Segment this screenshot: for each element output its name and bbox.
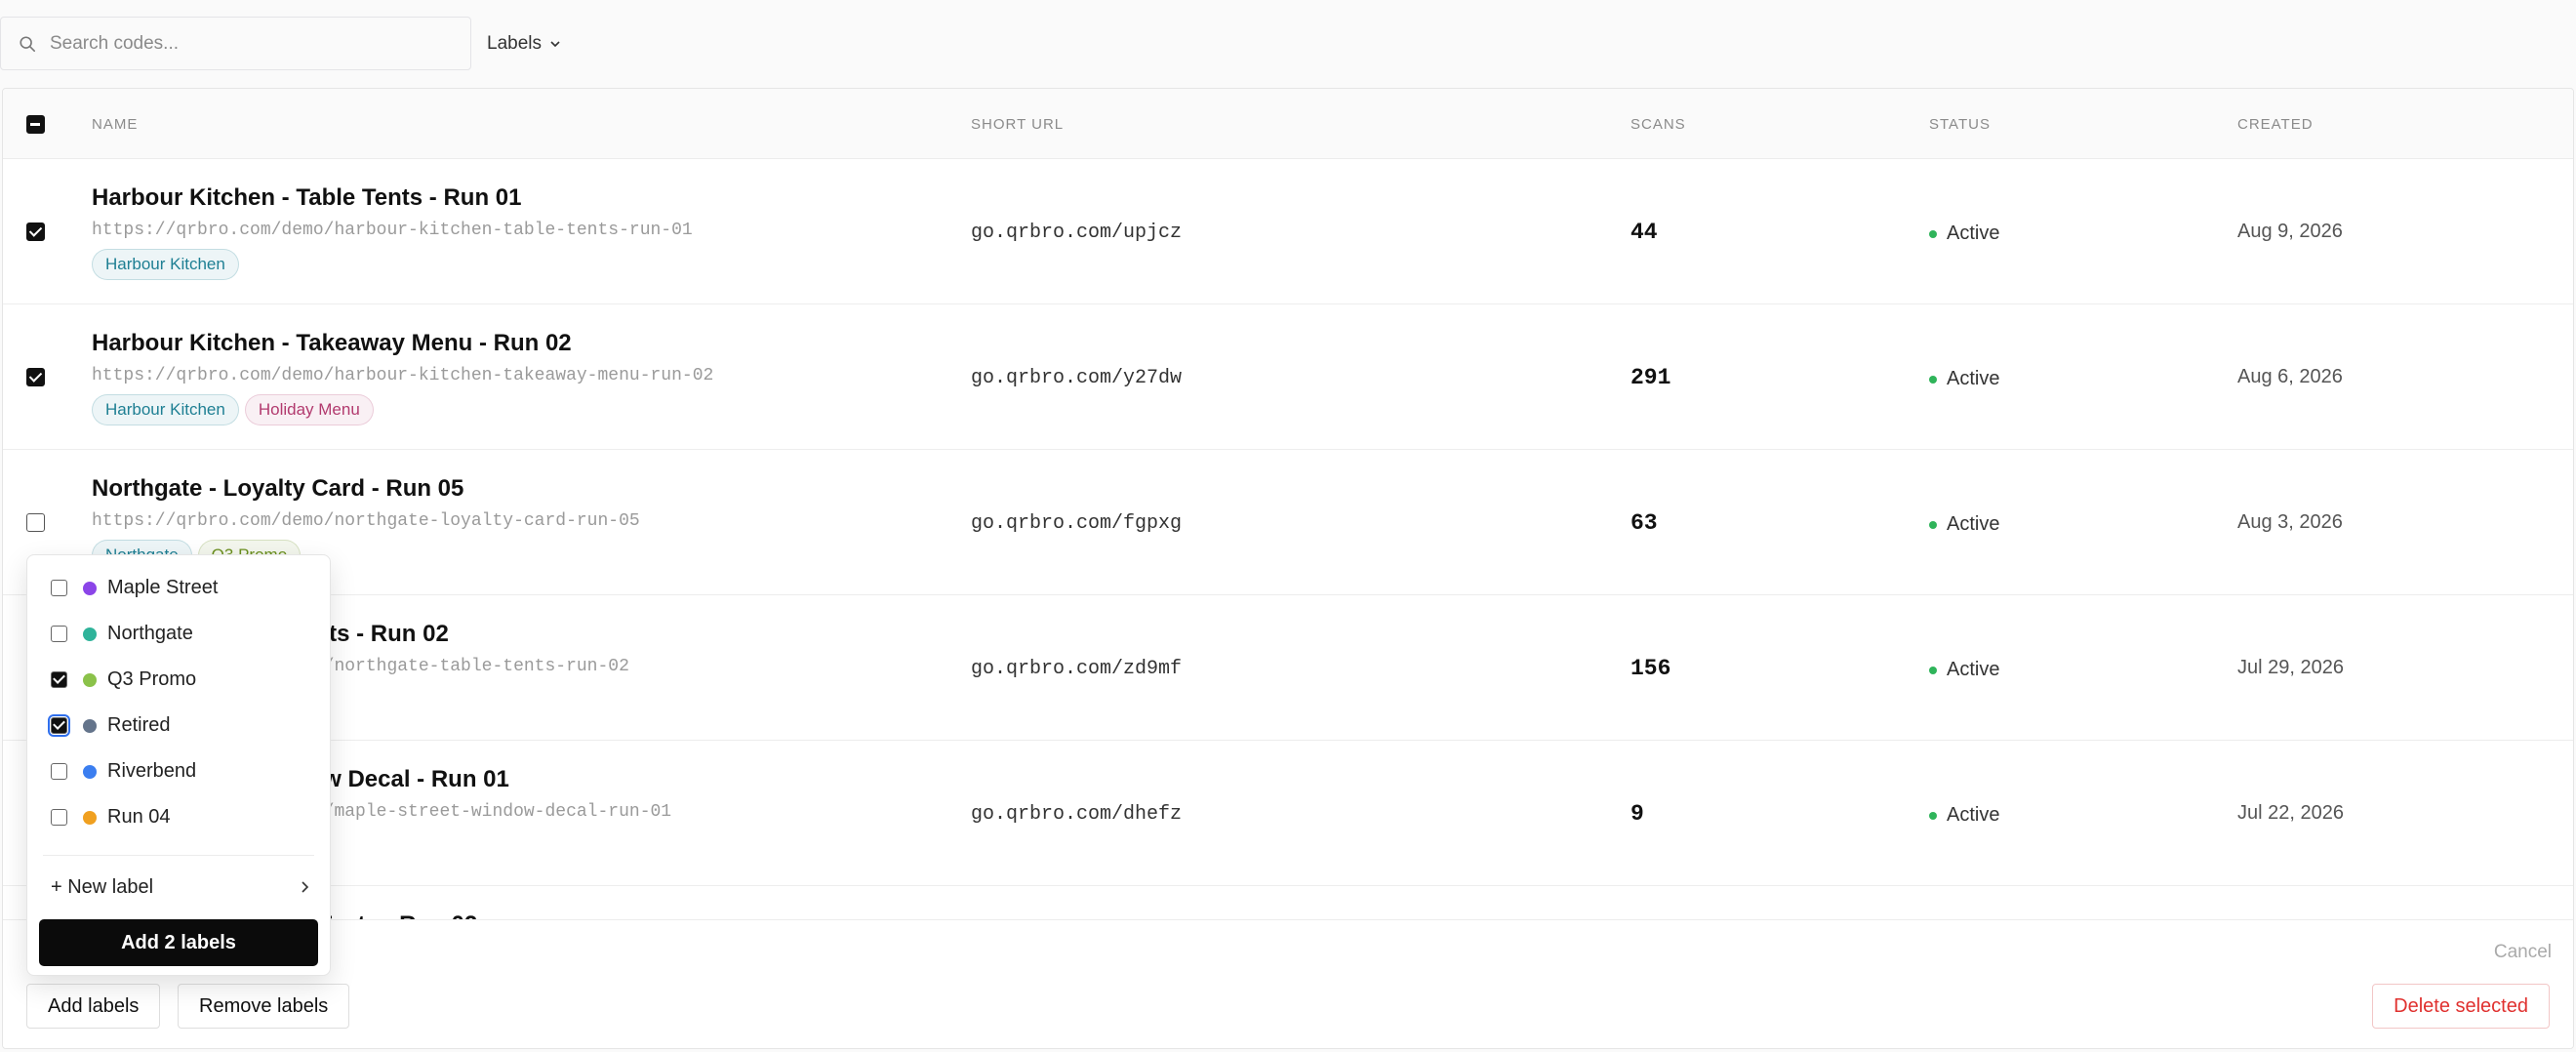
label-chips: Harbour Kitchen Holiday Menu: [92, 394, 374, 425]
code-destination-url: https://qrbro.com/demo/harbour-kitchen-t…: [92, 366, 714, 385]
status-dot-icon: [1929, 229, 1937, 238]
label-option-checkbox[interactable]: [51, 763, 67, 780]
table-row[interactable]: Harbour Kitchen - Table Tents - Run 01 ht…: [3, 159, 2573, 304]
scan-count: 44: [1630, 220, 1658, 245]
code-name[interactable]: Northgate - Loyalty Card - Run 05: [92, 475, 463, 503]
label-option-text: Run 04: [107, 806, 171, 828]
status-dot-icon: [1929, 375, 1937, 384]
column-header-name[interactable]: NAME: [92, 116, 138, 133]
label-option-checkbox[interactable]: [51, 580, 67, 596]
labels-filter-label: Labels: [487, 33, 542, 54]
code-destination-url: https://qrbro.com/demo/harbour-kitchen-t…: [92, 221, 693, 240]
created-date: Jul 22, 2026: [2237, 802, 2344, 824]
short-url[interactable]: go.qrbro.com/upjcz: [971, 222, 1182, 244]
status-badge: Active: [1929, 659, 1999, 681]
cancel-link[interactable]: Cancel: [2494, 942, 2552, 963]
label-option[interactable]: Northgate: [27, 611, 330, 657]
created-date: Jul 29, 2026: [2237, 657, 2344, 678]
code-name[interactable]: Harbour Kitchen - Table Tents - Run 01: [92, 184, 521, 212]
column-header-created[interactable]: CREATED: [2237, 116, 2314, 133]
search-input[interactable]: [50, 27, 460, 61]
status-text: Active: [1947, 659, 2000, 680]
search-icon: [20, 36, 36, 53]
status-text: Active: [1947, 513, 2000, 535]
table-row[interactable]: Maple Street - Window Decal - Run 01http…: [3, 741, 2573, 886]
label-chip: Harbour Kitchen: [92, 394, 239, 425]
label-option[interactable]: Q3 Promo: [27, 657, 330, 703]
status-badge: Active: [1929, 223, 1999, 245]
status-dot-icon: [1929, 666, 1937, 674]
created-date: Aug 9, 2026: [2237, 221, 2343, 242]
column-header-status[interactable]: STATUS: [1929, 116, 1991, 133]
label-option-checkbox[interactable]: [51, 809, 67, 826]
table-row[interactable]: Northgate - Table Tents - Run 02https://…: [3, 595, 2573, 741]
chevron-down-icon: [550, 41, 560, 48]
label-option[interactable]: Riverbend: [27, 749, 330, 794]
code-destination-url: https://qrbro.com/demo/northgate-loyalty…: [92, 511, 640, 531]
label-option-checkbox[interactable]: [51, 626, 67, 642]
short-url[interactable]: go.qrbro.com/dhefz: [971, 803, 1182, 826]
label-option[interactable]: Run 04: [27, 794, 330, 840]
label-color-dot-icon: [83, 718, 97, 733]
label-option-text: Q3 Promo: [107, 668, 197, 690]
label-color-dot-icon: [83, 810, 97, 825]
label-option-text: Riverbend: [107, 760, 197, 782]
code-name[interactable]: Harbour Kitchen - Takeaway Menu - Run 02: [92, 330, 572, 357]
created-date: Aug 3, 2026: [2237, 511, 2343, 533]
toolbar: Labels: [0, 0, 2576, 88]
short-url[interactable]: go.qrbro.com/fgpxg: [971, 512, 1182, 535]
new-label-text: + New label: [51, 875, 154, 898]
new-label-button[interactable]: + New label: [51, 870, 310, 905]
label-chips: Harbour Kitchen: [92, 249, 239, 280]
label-option-text: Maple Street: [107, 577, 219, 598]
status-badge: Active: [1929, 804, 1999, 827]
add-labels-button[interactable]: Add labels: [26, 984, 161, 1029]
add-labels-confirm-button[interactable]: Add 2 labels: [39, 919, 318, 966]
status-text: Active: [1947, 804, 2000, 826]
status-text: Active: [1947, 223, 2000, 244]
scan-count: 9: [1630, 801, 1644, 827]
column-header-scans[interactable]: SCANS: [1630, 116, 1686, 133]
status-badge: Active: [1929, 513, 1999, 536]
label-chip: Holiday Menu: [244, 394, 374, 425]
status-badge: Active: [1929, 368, 1999, 390]
scan-count: 156: [1630, 656, 1671, 681]
label-option[interactable]: Maple Street: [27, 565, 330, 611]
delete-selected-button[interactable]: Delete selected: [2372, 984, 2550, 1029]
short-url[interactable]: go.qrbro.com/y27dw: [971, 367, 1182, 389]
row-checkbox[interactable]: [26, 223, 45, 241]
row-checkbox[interactable]: [26, 368, 45, 386]
scan-count: 63: [1630, 510, 1658, 536]
bulk-action-bar: Cancel Add labels Remove labels Delete s…: [3, 919, 2573, 1048]
labels-filter-button[interactable]: Labels: [487, 27, 561, 61]
label-option-checkbox[interactable]: [51, 671, 67, 688]
search-box[interactable]: [0, 17, 471, 70]
label-option-checkbox[interactable]: [48, 714, 70, 737]
table-header: NAME SHORT URL SCANS STATUS CREATED: [3, 89, 2573, 159]
codes-table: NAME SHORT URL SCANS STATUS CREATED Harb…: [2, 88, 2574, 1049]
status-text: Active: [1947, 368, 2000, 389]
label-option[interactable]: Retired: [27, 703, 330, 749]
table-row[interactable]: Harbour Kitchen - Takeaway Menu - Run 02…: [3, 304, 2573, 450]
label-color-dot-icon: [83, 627, 97, 641]
table-row[interactable]: Northgate - Loyalty Card - Run 05 https:/…: [3, 450, 2573, 595]
status-dot-icon: [1929, 520, 1937, 529]
label-option-text: Northgate: [107, 623, 193, 644]
status-dot-icon: [1929, 811, 1937, 820]
label-chip: Harbour Kitchen: [92, 249, 239, 280]
label-picker-popover: Maple Street Northgate Q3 Promo Retired Rive…: [26, 554, 331, 976]
short-url[interactable]: go.qrbro.com/zd9mf: [971, 658, 1182, 680]
select-all-checkbox[interactable]: [26, 115, 45, 134]
label-color-dot-icon: [83, 581, 97, 595]
label-color-dot-icon: [83, 764, 97, 779]
row-checkbox[interactable]: [26, 513, 45, 532]
label-color-dot-icon: [83, 672, 97, 687]
column-header-short-url[interactable]: SHORT URL: [971, 116, 1064, 133]
scan-count: 291: [1630, 365, 1671, 390]
remove-labels-button[interactable]: Remove labels: [178, 984, 350, 1029]
label-option-text: Retired: [107, 714, 171, 736]
divider: [43, 855, 314, 856]
chevron-right-icon: [302, 881, 309, 893]
created-date: Aug 6, 2026: [2237, 366, 2343, 387]
